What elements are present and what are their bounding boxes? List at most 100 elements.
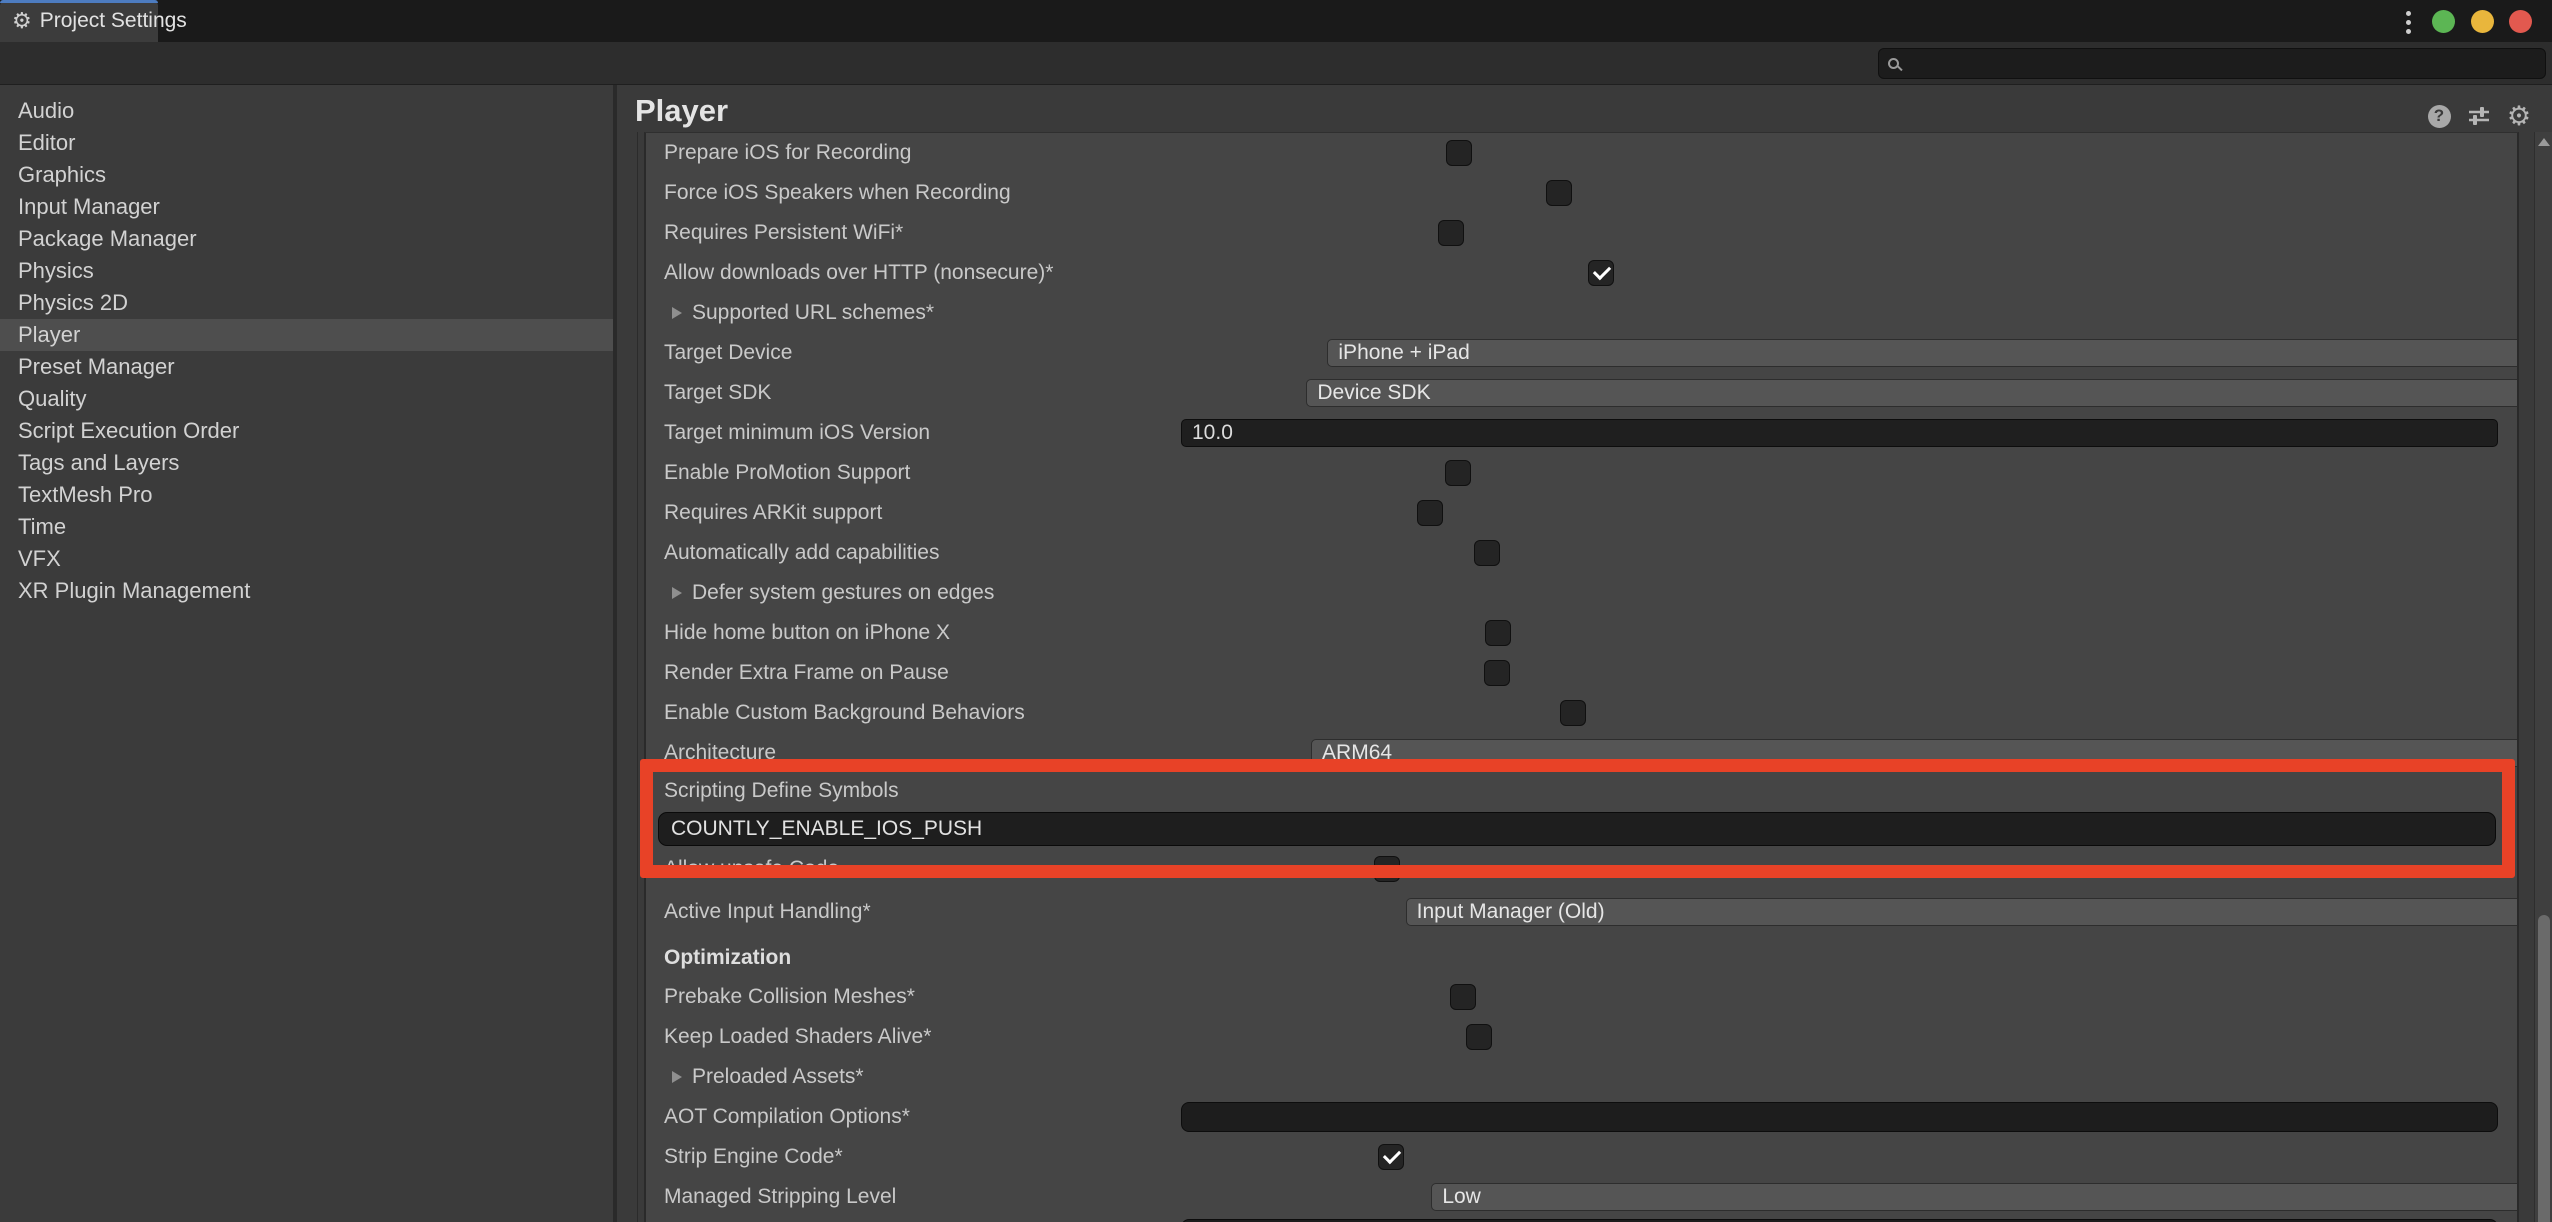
checkbox-unchecked[interactable]: [1417, 500, 1443, 526]
scrollbar-up-icon[interactable]: [2538, 138, 2550, 146]
gear-icon[interactable]: ⚙: [2506, 103, 2532, 129]
sidebar-item-script-execution-order[interactable]: Script Execution Order: [0, 415, 613, 447]
text-field-scripting-define-symbols[interactable]: COUNTLY_ENABLE_IOS_PUSH: [658, 812, 2496, 846]
settings-row-hide-home-button-on-iphone-x: Hide home button on iPhone X: [646, 613, 2517, 653]
text-field-aot-compilation-options[interactable]: [1181, 1102, 2498, 1132]
settings-row-target-sdk: Target SDK Device SDK: [646, 373, 2517, 413]
checkbox-unchecked[interactable]: [1474, 540, 1500, 566]
settings-row-force-ios-speakers-when-recording: Force iOS Speakers when Recording: [646, 173, 2517, 213]
sidebar-item-tags-and-layers[interactable]: Tags and Layers: [0, 447, 613, 479]
foldout-preloaded-assets[interactable]: Preloaded Assets*: [664, 1065, 864, 1089]
sidebar-item-audio[interactable]: Audio: [0, 95, 613, 127]
checkbox-unchecked[interactable]: [1485, 620, 1511, 646]
sidebar-item-editor[interactable]: Editor: [0, 127, 613, 159]
sidebar-item-textmesh-pro[interactable]: TextMesh Pro: [0, 479, 613, 511]
setting-label: Defer system gestures on edges: [692, 581, 994, 605]
checkbox-unchecked[interactable]: [1450, 984, 1476, 1010]
scrollbar-thumb[interactable]: [2538, 915, 2550, 1222]
setting-label: Keep Loaded Shaders Alive*: [664, 1025, 931, 1049]
dropdown-target-device[interactable]: iPhone + iPad: [1327, 339, 2519, 367]
window-tab-bar: ⚙ Project Settings: [0, 0, 2552, 42]
search-field[interactable]: [1878, 48, 2546, 79]
foldout-arrow-icon: [672, 307, 682, 319]
settings-row-allow-downloads-over-http-nonsecure: Allow downloads over HTTP (nonsecure)*: [646, 253, 2517, 293]
presets-icon[interactable]: [2466, 103, 2492, 129]
settings-row-enable-custom-background-behaviors: Enable Custom Background Behaviors: [646, 693, 2517, 733]
setting-label: Target minimum iOS Version: [664, 421, 930, 445]
setting-label: Prebake Collision Meshes*: [664, 985, 915, 1009]
checkbox-unchecked[interactable]: [1484, 660, 1510, 686]
settings-row-automatically-add-capabilities: Automatically add capabilities: [646, 533, 2517, 573]
settings-row-requires-persistent-wifi: Requires Persistent WiFi*: [646, 213, 2517, 253]
vertical-scrollbar[interactable]: [2534, 132, 2552, 1222]
checkbox-unchecked[interactable]: [1546, 180, 1572, 206]
sidebar-item-player[interactable]: Player: [0, 319, 613, 351]
setting-label: Managed Stripping Level: [664, 1185, 896, 1209]
checkbox-unchecked[interactable]: [1438, 220, 1464, 246]
setting-label: Preloaded Assets*: [692, 1065, 864, 1089]
sidebar-item-quality[interactable]: Quality: [0, 383, 613, 415]
kebab-menu-icon[interactable]: [2400, 8, 2416, 36]
panel-groove: [637, 132, 638, 1222]
page-title: Player: [635, 93, 728, 129]
scripting-define-symbols-value: COUNTLY_ENABLE_IOS_PUSH: [671, 817, 982, 841]
checkbox-unchecked[interactable]: [1374, 856, 1400, 882]
setting-label: Active Input Handling*: [664, 900, 871, 924]
player-settings-panel: Player ? ⚙ Prepare iOS for RecordingForc…: [617, 85, 2552, 1222]
dropdown-target-sdk[interactable]: Device SDK: [1306, 379, 2519, 407]
setting-label: Allow downloads over HTTP (nonsecure)*: [664, 261, 1053, 285]
sidebar-item-physics[interactable]: Physics: [0, 255, 613, 287]
settings-row-aot-compilation-options: AOT Compilation Options*: [646, 1097, 2517, 1137]
setting-label: Allow unsafe Code: [664, 857, 839, 881]
setting-label: Render Extra Frame on Pause: [664, 661, 949, 685]
sidebar-item-physics-2d[interactable]: Physics 2D: [0, 287, 613, 319]
settings-row-render-extra-frame-on-pause: Render Extra Frame on Pause: [646, 653, 2517, 693]
window-dot-green[interactable]: [2432, 10, 2455, 33]
settings-row-allow-unsafe-code: Allow unsafe Code: [646, 849, 2517, 889]
sidebar-item-xr-plugin-management[interactable]: XR Plugin Management: [0, 575, 613, 607]
text-field-target-minimum-ios-version[interactable]: 10.0: [1181, 419, 2498, 447]
window-dot-yellow[interactable]: [2471, 10, 2494, 33]
checkbox-unchecked[interactable]: [1446, 140, 1472, 166]
settings-row-defer-system-gestures-on-edges: Defer system gestures on edges: [646, 573, 2517, 613]
dropdown-architecture[interactable]: ARM64: [1311, 739, 2519, 767]
settings-category-list: AudioEditorGraphicsInput ManagerPackage …: [0, 85, 613, 1222]
sidebar-item-time[interactable]: Time: [0, 511, 613, 543]
dropdown-value: Device SDK: [1317, 381, 1430, 405]
help-icon[interactable]: ?: [2426, 103, 2452, 129]
gear-icon: ⚙: [12, 10, 32, 32]
checkbox-checked[interactable]: [1588, 260, 1614, 286]
foldout-arrow-icon: [672, 1071, 682, 1083]
dropdown-value: iPhone + iPad: [1338, 341, 1469, 365]
foldout-supported-url-schemes[interactable]: Supported URL schemes*: [664, 301, 934, 325]
sidebar-item-package-manager[interactable]: Package Manager: [0, 223, 613, 255]
sidebar-item-preset-manager[interactable]: Preset Manager: [0, 351, 613, 383]
settings-row-prepare-ios-for-recording: Prepare iOS for Recording: [646, 133, 2517, 173]
checkbox-unchecked[interactable]: [1466, 1024, 1492, 1050]
foldout-defer-system-gestures-on-edges[interactable]: Defer system gestures on edges: [664, 581, 994, 605]
setting-label: Requires ARKit support: [664, 501, 882, 525]
settings-scroll-area: Prepare iOS for RecordingForce iOS Speak…: [644, 132, 2519, 1222]
setting-label: Enable Custom Background Behaviors: [664, 701, 1025, 725]
search-input[interactable]: [1899, 53, 2545, 75]
settings-row-target-minimum-ios-version: Target minimum iOS Version 10.0: [646, 413, 2517, 453]
setting-label: Strip Engine Code*: [664, 1145, 843, 1169]
tab-project-settings[interactable]: ⚙ Project Settings: [0, 0, 158, 42]
setting-label: Supported URL schemes*: [692, 301, 934, 325]
sidebar-item-vfx[interactable]: VFX: [0, 543, 613, 575]
checkbox-unchecked[interactable]: [1560, 700, 1586, 726]
setting-label: Optimization: [664, 946, 791, 970]
sidebar-item-input-manager[interactable]: Input Manager: [0, 191, 613, 223]
sidebar-item-graphics[interactable]: Graphics: [0, 159, 613, 191]
dropdown-value: ARM64: [1322, 741, 1392, 765]
setting-label: Target SDK: [664, 381, 771, 405]
dropdown-managed-stripping-level[interactable]: Low: [1431, 1183, 2519, 1211]
setting-label: Automatically add capabilities: [664, 541, 939, 565]
checkbox-checked[interactable]: [1378, 1144, 1404, 1170]
dropdown-active-input-handling[interactable]: Input Manager (Old): [1406, 898, 2519, 926]
text-field-value: 10.0: [1192, 421, 1233, 445]
checkbox-unchecked[interactable]: [1445, 460, 1471, 486]
search-icon: [1888, 58, 1899, 69]
window-dot-red[interactable]: [2509, 10, 2532, 33]
setting-label: Hide home button on iPhone X: [664, 621, 950, 645]
